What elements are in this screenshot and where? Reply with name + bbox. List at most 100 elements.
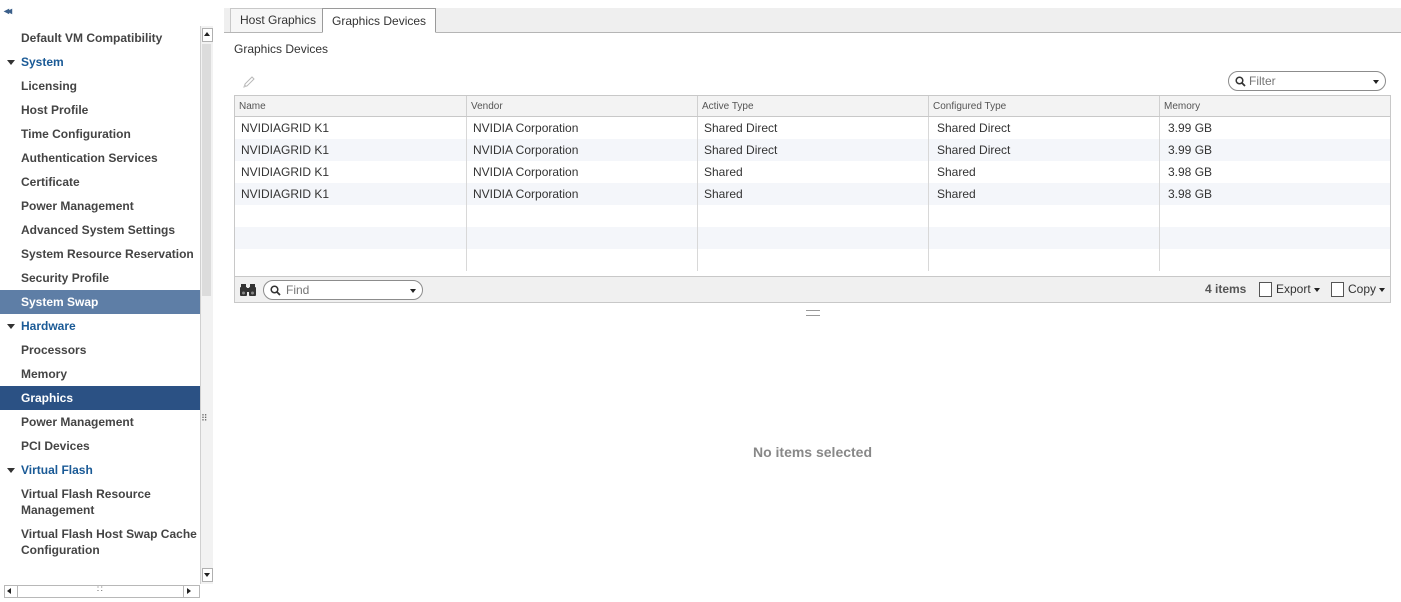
cell-vendor: NVIDIA Corporation (467, 139, 698, 161)
cell-configured-type: Shared Direct (929, 139, 1160, 161)
graphics-devices-table: Name Vendor Active Type Configured Type … (234, 95, 1391, 303)
nav-item-memory[interactable]: Memory (0, 362, 200, 386)
find-input[interactable] (286, 282, 402, 298)
table-row[interactable]: NVIDIAGRID K1 NVIDIA Corporation Shared … (235, 117, 1390, 139)
nav-item-power-management-hardware[interactable]: Power Management (0, 410, 200, 434)
empty-cell (467, 227, 698, 249)
nav-item-label: Security Profile (21, 271, 110, 285)
expand-triangle-icon[interactable] (7, 60, 15, 65)
empty-cell (467, 205, 698, 227)
nav-item-system-resource-reservation[interactable]: System Resource Reservation (0, 242, 200, 266)
find-field[interactable] (263, 280, 423, 300)
copy-label: Copy (1348, 282, 1377, 296)
sidebar: ◂◂ Default VM Compatibility System Licen… (0, 0, 213, 602)
nav-item-system-swap[interactable]: System Swap (0, 290, 200, 314)
table-row[interactable]: NVIDIAGRID K1 NVIDIA Corporation Shared … (235, 161, 1390, 183)
filter-field[interactable] (1228, 71, 1386, 91)
empty-cell (235, 249, 467, 271)
nav-item-security-profile[interactable]: Security Profile (0, 266, 200, 290)
tab-bar: Host Graphics Graphics Devices (224, 8, 1401, 33)
nav-item-processors[interactable]: Processors (0, 338, 200, 362)
cell-configured-type: Shared (929, 161, 1160, 183)
expand-triangle-icon[interactable] (7, 324, 15, 329)
nav-item-virtual-flash-host-swap-cache[interactable]: Virtual Flash Host Swap Cache Configurat… (0, 522, 200, 562)
expand-triangle-icon[interactable] (7, 468, 15, 473)
empty-cell (698, 249, 929, 271)
nav-item-label: Authentication Services (21, 151, 158, 165)
nav-item-label: System Resource Reservation (21, 247, 194, 261)
export-button[interactable]: Export (1259, 277, 1320, 301)
column-header-name[interactable]: Name (235, 96, 467, 116)
nav-item-label: System Swap (21, 295, 99, 309)
column-header-memory[interactable]: Memory (1160, 96, 1390, 116)
nav-group-label: Virtual Flash (21, 463, 93, 477)
cell-memory: 3.98 GB (1168, 165, 1213, 179)
nav-item-time-configuration[interactable]: Time Configuration (0, 122, 200, 146)
scroll-up-icon[interactable] (202, 28, 213, 42)
column-header-configured-type[interactable]: Configured Type (929, 96, 1160, 116)
cell-active-type: Shared (698, 183, 929, 205)
find-dropdown-icon[interactable] (410, 289, 416, 293)
nav-item-host-profile[interactable]: Host Profile (0, 98, 200, 122)
section-title: Graphics Devices (234, 42, 329, 56)
chevron-down-icon (1379, 287, 1386, 292)
scroll-down-icon[interactable] (202, 568, 213, 582)
binoculars-icon[interactable] (239, 283, 257, 297)
scroll-right-icon[interactable] (187, 588, 191, 594)
empty-row (235, 227, 1390, 249)
column-header-vendor[interactable]: Vendor (467, 96, 698, 116)
cell-active-type: Shared (698, 161, 929, 183)
table-footer: 4 items Export Copy (235, 276, 1390, 302)
cell-name: NVIDIAGRID K1 (235, 183, 467, 205)
nav-item-label: Time Configuration (21, 127, 131, 141)
copy-button[interactable]: Copy (1331, 277, 1386, 301)
nav-item-pci-devices[interactable]: PCI Devices (0, 434, 200, 458)
nav-item-label: Default VM Compatibility (21, 31, 163, 45)
scrollbar-grip-icon[interactable]: ∷ (97, 584, 103, 595)
table-row[interactable]: NVIDIAGRID K1 NVIDIA Corporation Shared … (235, 183, 1390, 205)
cell-active-type: Shared Direct (698, 117, 929, 139)
nav-group-hardware[interactable]: Hardware (0, 314, 200, 338)
filter-input[interactable] (1249, 73, 1367, 89)
nav-item-label: Power Management (21, 199, 134, 213)
tab-graphics-devices[interactable]: Graphics Devices (322, 8, 437, 33)
sidebar-horizontal-scrollbar[interactable]: ∷ (4, 584, 200, 598)
pane-resize-handle[interactable] (806, 310, 820, 316)
sidebar-resize-grip-icon[interactable]: ⠿ (201, 413, 208, 424)
nav-item-default-vm-compatibility[interactable]: Default VM Compatibility (0, 26, 200, 50)
nav-group-system[interactable]: System (0, 50, 200, 74)
cell-configured-type: Shared (929, 183, 1160, 205)
nav-item-certificate[interactable]: Certificate (0, 170, 200, 194)
nav-item-label: Advanced System Settings (21, 223, 176, 237)
filter-dropdown-icon[interactable] (1373, 80, 1379, 84)
column-header-active-type[interactable]: Active Type (698, 96, 929, 116)
scrollbar-thumb[interactable] (202, 44, 211, 296)
cell-name: NVIDIAGRID K1 (235, 139, 467, 161)
edit-pencil-icon[interactable] (242, 75, 256, 89)
scrollbar-divider (183, 586, 184, 597)
nav-group-label: System (21, 55, 64, 69)
chevron-down-icon (1313, 287, 1320, 292)
scroll-left-icon[interactable] (7, 588, 11, 594)
nav-item-licensing[interactable]: Licensing (0, 74, 200, 98)
export-label: Export (1276, 282, 1311, 296)
nav-item-label: Graphics (21, 391, 74, 405)
collapse-sidebar-icon[interactable]: ◂◂ (4, 6, 12, 17)
table-row[interactable]: NVIDIAGRID K1 NVIDIA Corporation Shared … (235, 139, 1390, 161)
nav-group-virtual-flash[interactable]: Virtual Flash (0, 458, 200, 482)
nav-item-virtual-flash-resource-management[interactable]: Virtual Flash Resource Management (0, 482, 200, 522)
nav-item-authentication-services[interactable]: Authentication Services (0, 146, 200, 170)
cell-name: NVIDIAGRID K1 (235, 117, 467, 139)
nav-item-label: Licensing (21, 79, 78, 93)
empty-cell (235, 205, 467, 227)
cell-memory: 3.98 GB (1168, 187, 1213, 201)
tab-host-graphics[interactable]: Host Graphics (230, 8, 327, 32)
nav-item-advanced-system-settings[interactable]: Advanced System Settings (0, 218, 200, 242)
empty-cell (929, 249, 1160, 271)
nav-item-power-management-system[interactable]: Power Management (0, 194, 200, 218)
nav-item-label: Virtual Flash Host Swap Cache Configurat… (21, 527, 197, 557)
sidebar-vertical-scrollbar[interactable] (200, 26, 213, 584)
export-document-icon (1259, 282, 1272, 298)
nav-item-label: Host Profile (21, 103, 89, 117)
nav-item-graphics[interactable]: Graphics (0, 386, 200, 410)
